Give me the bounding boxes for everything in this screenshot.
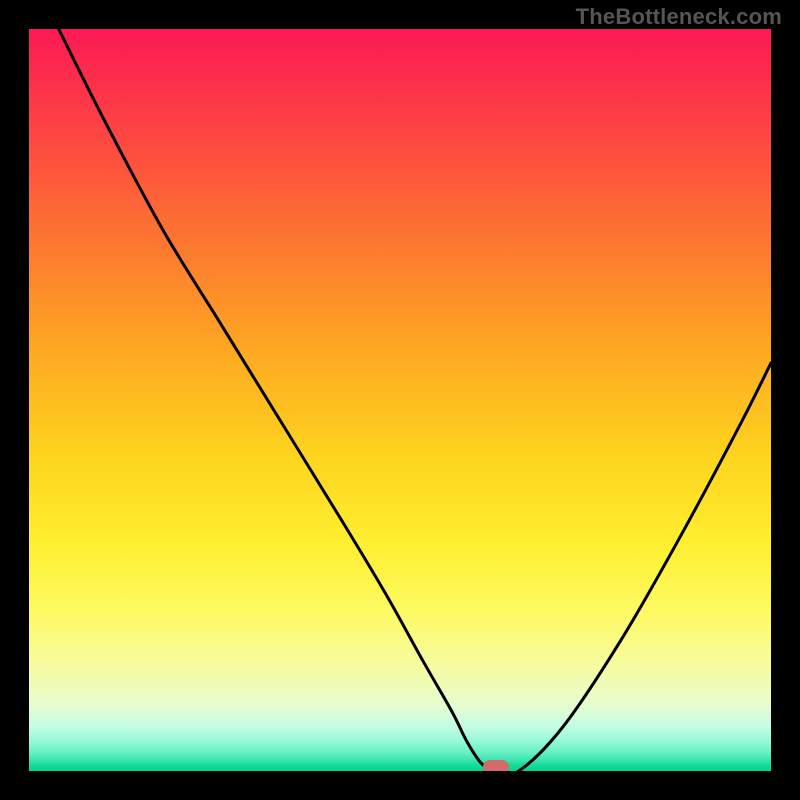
plot-area — [29, 29, 771, 771]
watermark-text: TheBottleneck.com — [576, 4, 782, 30]
optimum-marker — [483, 760, 509, 771]
bottleneck-curve — [29, 29, 771, 771]
curve-path — [59, 29, 771, 771]
chart-frame: TheBottleneck.com — [0, 0, 800, 800]
